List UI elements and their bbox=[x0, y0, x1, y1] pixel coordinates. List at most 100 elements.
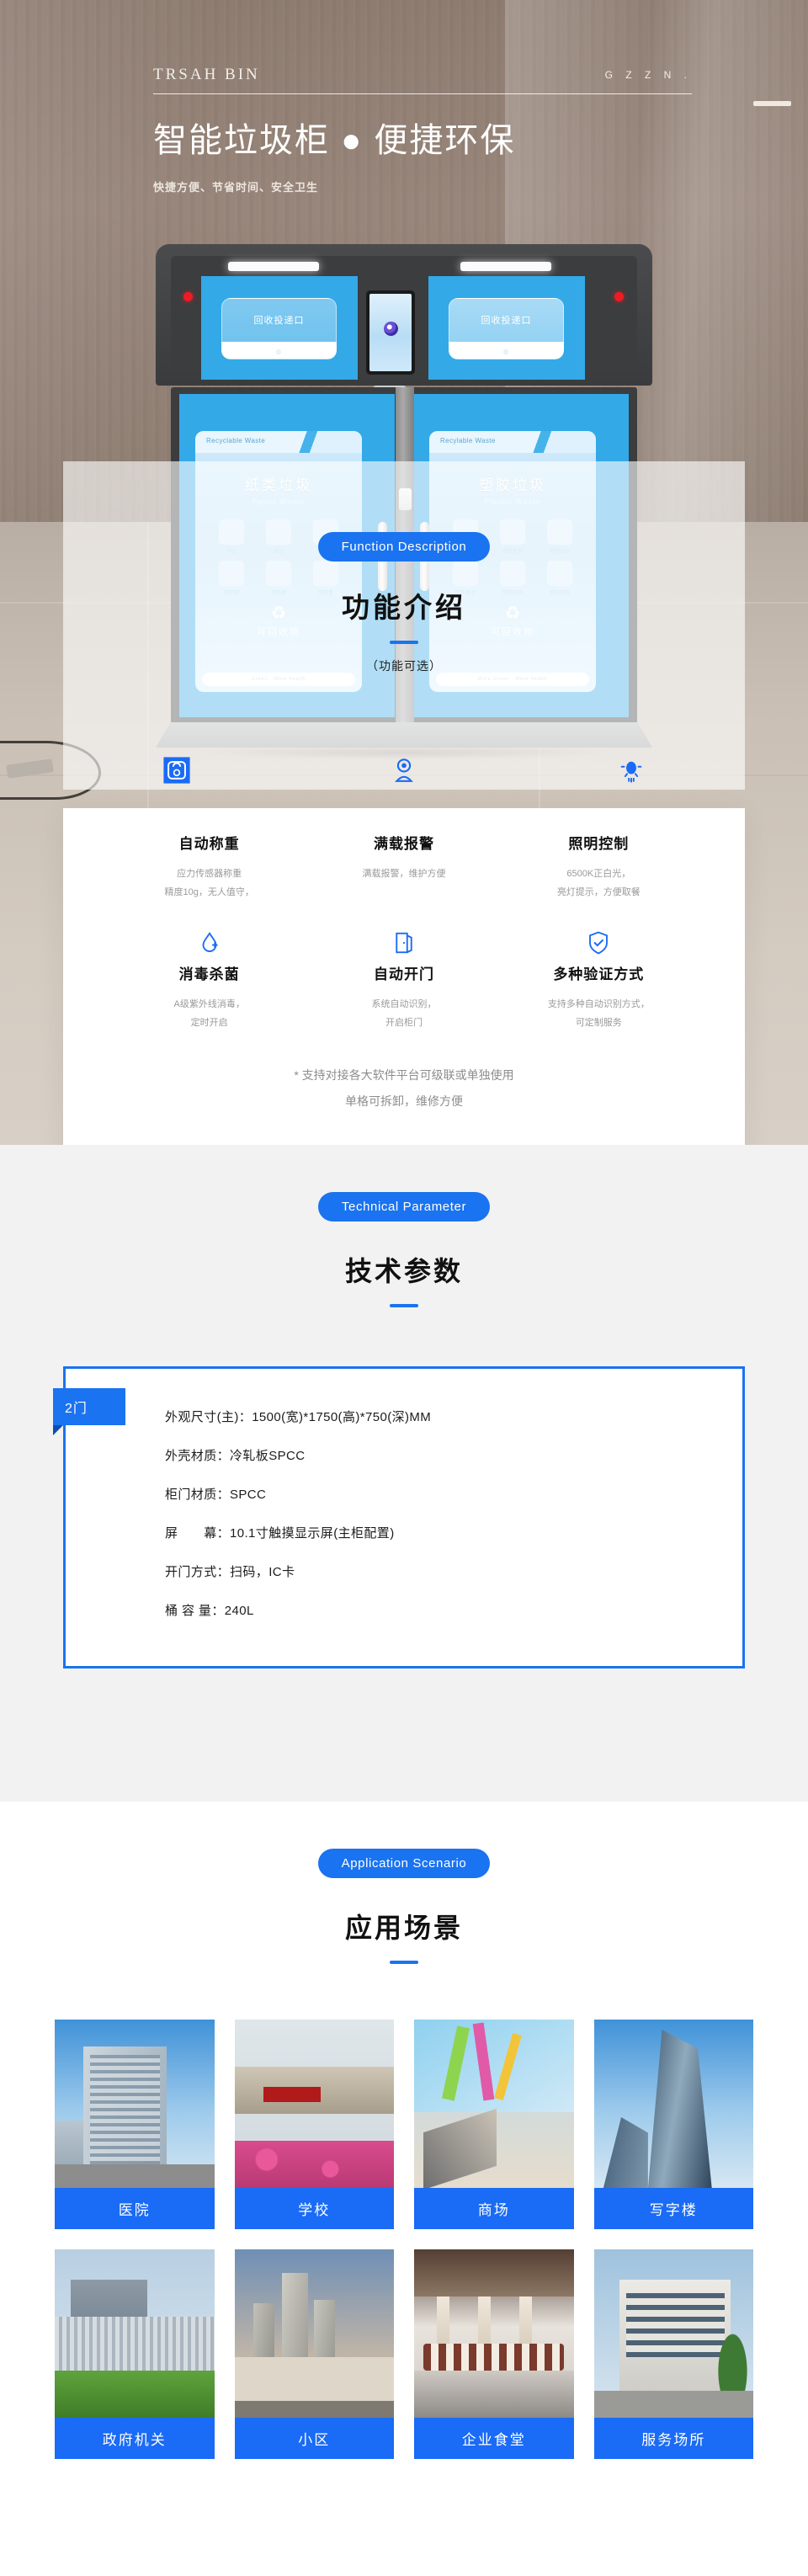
tech-parameter-section: Technical Parameter 技术参数 外观尺寸(主)：1500(宽)… bbox=[0, 1145, 808, 1802]
brand-divider bbox=[153, 93, 692, 94]
scenario-label: 小区 bbox=[234, 2418, 394, 2459]
feature-desc-line2: 开启柜门 bbox=[385, 1018, 423, 1028]
feature-icon-5 bbox=[508, 923, 689, 962]
feature-title: 自动称重 bbox=[178, 836, 240, 852]
scenario-card[interactable]: 写字楼 bbox=[593, 2020, 753, 2229]
tech-row: 桶 容 量：240L bbox=[165, 1604, 254, 1618]
tech-pill-label: Technical Parameter bbox=[317, 1192, 491, 1221]
scenario-label: 医院 bbox=[55, 2188, 215, 2229]
scenario-card[interactable]: 小区 bbox=[234, 2249, 394, 2459]
tech-table: 外观尺寸(主)：1500(宽)*1750(高)*750(深)MM 外壳材质：冷轧… bbox=[63, 1366, 745, 1669]
hospital-photo bbox=[55, 2020, 215, 2188]
scenario-title-cn: 应用场景 bbox=[344, 1913, 463, 1943]
feature-grid: 自动称重 应力传感器称重 精度10g，无人值守， 满载报警 满载报警，维护方便 … bbox=[63, 808, 745, 1115]
scenario-label: 商场 bbox=[414, 2188, 574, 2229]
feature-title: 消毒杀菌 bbox=[178, 966, 240, 982]
scenario-label: 企业食堂 bbox=[414, 2418, 574, 2459]
deposit-slot-right: 回收投递口 ♲ bbox=[449, 298, 564, 359]
feature-item-5: 多种验证方式 支持多种自动识别方式， 可定制服务 bbox=[502, 923, 696, 1032]
feature-icon-2 bbox=[518, 756, 745, 789]
community-photo bbox=[234, 2249, 394, 2418]
scenario-label: 写字楼 bbox=[593, 2188, 753, 2229]
scenario-card[interactable]: 商场 bbox=[414, 2020, 574, 2229]
feature-title: 多种验证方式 bbox=[553, 966, 645, 982]
feature-desc-line1: 6500K正白光， bbox=[566, 869, 631, 879]
government-photo bbox=[55, 2249, 215, 2418]
auto-door-icon bbox=[396, 932, 412, 954]
feature-desc-line2: 亮灯提示，方便取餐 bbox=[556, 887, 641, 897]
function-footnote: * 支持对接各大软件平台可级联或单独使用 单格可拆卸，维修方便 bbox=[112, 1062, 696, 1115]
feature-item-1: 满载报警 满载报警，维护方便 bbox=[306, 832, 501, 902]
camera-alarm-icon bbox=[395, 758, 413, 782]
function-footnote-line2: 单格可拆卸，维修方便 bbox=[345, 1094, 463, 1108]
feature-item-3: 消毒杀菌 A级紫外线消毒， 定时开启 bbox=[112, 923, 306, 1032]
led-strip-right bbox=[460, 262, 551, 271]
function-pill-label: Function Description bbox=[317, 532, 491, 562]
feature-icon-row bbox=[63, 756, 745, 789]
feature-desc-line2: 定时开启 bbox=[190, 1018, 228, 1028]
feature-desc-line2: 精度10g，无人值守， bbox=[164, 887, 254, 897]
feature-item-0: 自动称重 应力传感器称重 精度10g，无人值守， bbox=[112, 832, 306, 902]
function-section-header: Function Description 功能介绍 （功能可选） bbox=[0, 532, 808, 674]
deposit-slot-label-left: 回收投递口 bbox=[253, 316, 305, 326]
light-bulb-icon bbox=[620, 761, 642, 783]
function-title-underline bbox=[390, 641, 418, 644]
feature-desc: 6500K正白光， 亮灯提示，方便取餐 bbox=[508, 865, 689, 902]
scenario-card[interactable]: 政府机关 bbox=[55, 2249, 215, 2459]
feature-desc-line1: 支持多种自动识别方式， bbox=[547, 999, 650, 1009]
feature-row-2: 消毒杀菌 A级紫外线消毒， 定时开启 自动开门 系统自动识别， 开启柜门 多种验… bbox=[112, 923, 696, 1032]
feature-desc: A级紫外线消毒， 定时开启 bbox=[119, 995, 300, 1032]
feature-desc-line1: A级紫外线消毒， bbox=[173, 999, 245, 1009]
scenario-section: Application Scenario 应用场景 医院 学校 商场 写字楼 政… bbox=[0, 1802, 808, 2576]
tech-section-header: Technical Parameter 技术参数 bbox=[0, 1145, 808, 1307]
office-building-photo bbox=[593, 2020, 753, 2188]
feature-desc: 支持多种自动识别方式， 可定制服务 bbox=[508, 995, 689, 1032]
feature-card: 自动称重 应力传感器称重 精度10g，无人值守， 满载报警 满载报警，维护方便 … bbox=[63, 808, 745, 1145]
scenario-card[interactable]: 服务场所 bbox=[593, 2249, 753, 2459]
waste-card-right-tab: Recylable Waste bbox=[429, 431, 596, 453]
scenario-title-underline bbox=[390, 1961, 418, 1964]
tech-title-cn: 技术参数 bbox=[344, 1256, 463, 1286]
touch-screen bbox=[366, 290, 415, 375]
service-venue-photo bbox=[593, 2249, 753, 2418]
feature-desc-line1: 应力传感器称重 bbox=[177, 869, 242, 879]
function-footnote-line1: * 支持对接各大软件平台可级联或单独使用 bbox=[294, 1068, 514, 1082]
tech-door-count-badge: 2门 bbox=[53, 1388, 125, 1435]
feature-icon-4 bbox=[313, 923, 494, 962]
hero-section: TRSAH BIN G Z Z N . 智能垃圾柜 ● 便捷环保 快捷方便、节省… bbox=[0, 0, 808, 1145]
deposit-slot-left: 回收投递口 ♲ bbox=[221, 298, 337, 359]
mall-photo bbox=[414, 2020, 574, 2188]
feature-icon-0 bbox=[63, 756, 290, 789]
feature-desc: 应力传感器称重 精度10g，无人值守， bbox=[119, 865, 300, 902]
scenario-label: 服务场所 bbox=[593, 2418, 753, 2459]
scenario-grid: 医院 学校 商场 写字楼 政府机关 小区 企业食堂 服务场所 bbox=[55, 2020, 753, 2459]
feature-title: 满载报警 bbox=[373, 836, 434, 852]
scenario-card[interactable]: 医院 bbox=[55, 2020, 215, 2229]
shield-check-icon bbox=[589, 931, 609, 955]
feature-desc: 满载报警，维护方便 bbox=[313, 865, 494, 883]
scenario-label: 政府机关 bbox=[55, 2418, 215, 2459]
tech-row: 屏 幕：10.1寸触摸显示屏(主柜配置) bbox=[165, 1526, 395, 1541]
scenario-card[interactable]: 企业食堂 bbox=[414, 2249, 574, 2459]
wall-strip-decor bbox=[753, 101, 791, 106]
function-title-cn: 功能介绍 bbox=[342, 592, 466, 623]
feature-item-4: 自动开门 系统自动识别， 开启柜门 bbox=[306, 923, 501, 1032]
page-subtitle: 快捷方便、节省时间、安全卫生 bbox=[153, 181, 319, 194]
waste-card-left-tab: Recyclable Waste bbox=[195, 431, 362, 453]
feature-row-1: 自动称重 应力传感器称重 精度10g，无人值守， 满载报警 满载报警，维护方便 … bbox=[112, 832, 696, 902]
function-note: （功能可选） bbox=[366, 659, 442, 673]
tech-table-wrapper: 外观尺寸(主)：1500(宽)*1750(高)*750(深)MM 外壳材质：冷轧… bbox=[53, 1366, 745, 1669]
indicator-light-left bbox=[183, 292, 193, 301]
feature-desc-line2: 可定制服务 bbox=[575, 1018, 622, 1028]
tech-row: 开门方式：扫码，IC卡 bbox=[165, 1565, 295, 1579]
feature-title: 照明控制 bbox=[568, 836, 630, 852]
brand-name-left: TRSAH BIN bbox=[153, 66, 260, 83]
tech-row: 柜门材质：SPCC bbox=[165, 1488, 267, 1502]
feature-desc-line1: 系统自动识别， bbox=[371, 999, 437, 1009]
kiosk-top-housing: 回收投递口 ♲ 回收投递口 ♲ ((●)) bbox=[156, 244, 652, 407]
tech-title-underline bbox=[390, 1304, 418, 1307]
scenario-card[interactable]: 学校 bbox=[234, 2020, 394, 2229]
disinfect-drop-icon bbox=[202, 932, 218, 952]
weight-scale-icon bbox=[163, 757, 190, 784]
tech-row: 外观尺寸(主)：1500(宽)*1750(高)*750(深)MM bbox=[165, 1410, 432, 1424]
